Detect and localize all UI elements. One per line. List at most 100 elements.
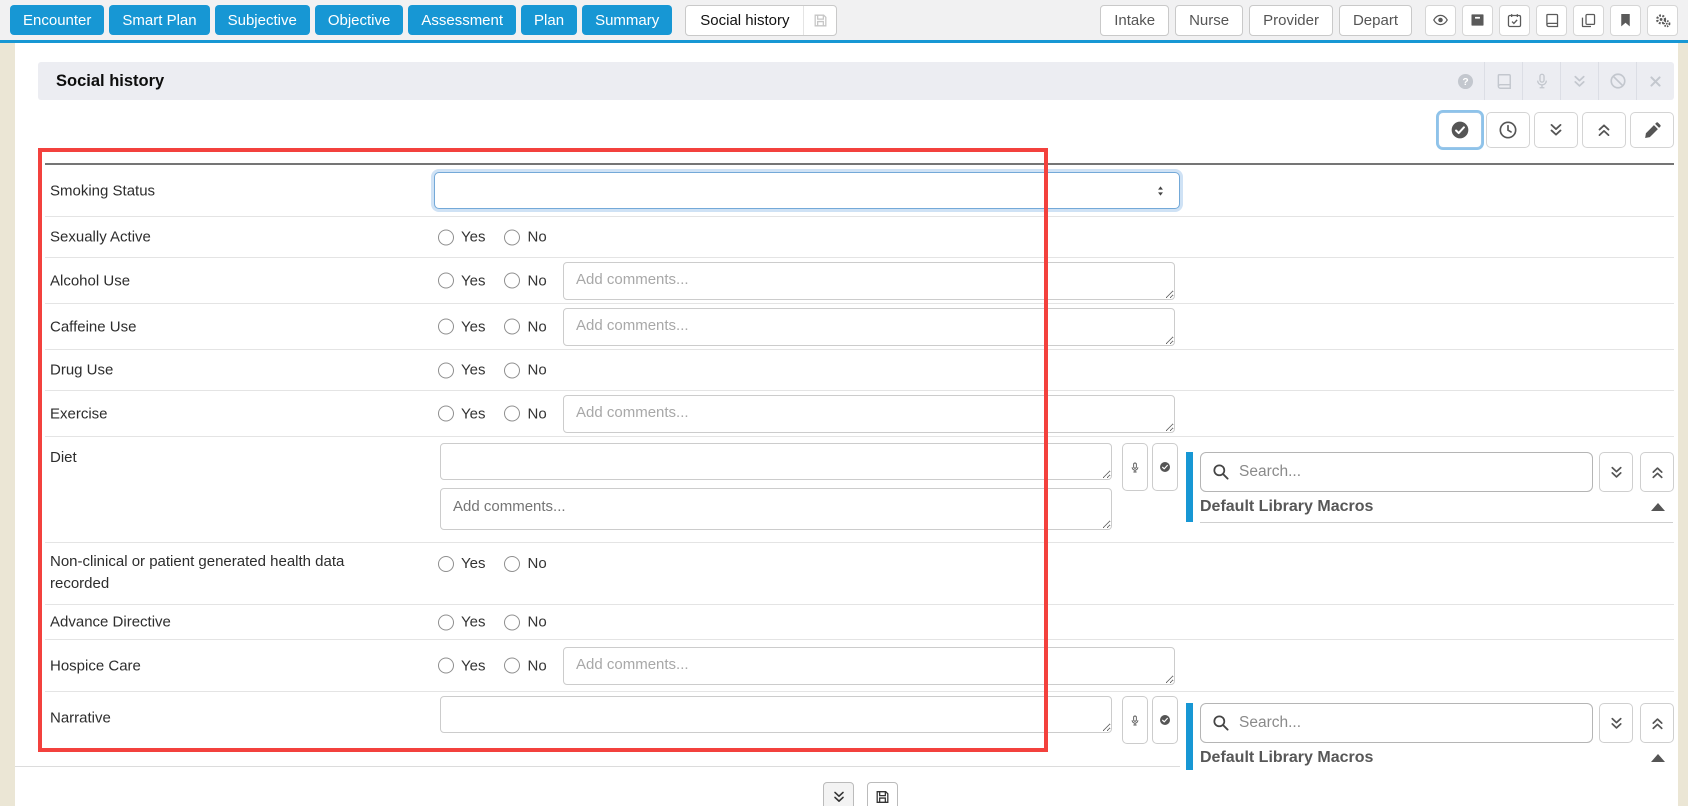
macros-group-title: Default Library Macros	[1200, 749, 1374, 766]
caffeine-comments-input[interactable]	[563, 307, 1175, 346]
radio-no[interactable]	[504, 318, 521, 335]
radio-no[interactable]	[504, 272, 521, 289]
nav-button-subjective[interactable]: Subjective	[214, 5, 310, 35]
double-chevron-down-icon	[1547, 121, 1565, 139]
save-icon[interactable]	[804, 12, 836, 29]
panel-accent-bar	[1186, 452, 1193, 522]
double-chevron-up-icon	[1595, 121, 1613, 139]
tab-social-history[interactable]: Social history	[685, 4, 838, 36]
alcohol-use-radio-group: Yes No	[438, 272, 547, 289]
radio-yes[interactable]	[438, 318, 454, 335]
macros-library-button[interactable]	[1484, 62, 1522, 100]
archive-button[interactable]	[1462, 4, 1493, 36]
radio-no[interactable]	[504, 362, 521, 378]
footer-expand-button[interactable]	[823, 782, 854, 806]
expand-all-button[interactable]	[1534, 112, 1578, 148]
social-history-page: Encounter Smart Plan Subjective Objectiv…	[0, 0, 1688, 806]
narrative-macros-panel: Default Library Macros	[1186, 703, 1674, 775]
radio-yes[interactable]	[438, 614, 454, 630]
macros-collapse-button[interactable]	[1640, 452, 1674, 492]
calendar-check-icon	[1506, 11, 1523, 30]
radio-label-yes: Yes	[461, 361, 486, 379]
nav-button-assessment[interactable]: Assessment	[408, 5, 517, 35]
dictate-button[interactable]	[1522, 62, 1560, 100]
smoking-status-select[interactable]	[434, 172, 1180, 209]
radio-yes[interactable]	[438, 362, 454, 378]
radio-label-no: No	[527, 272, 547, 289]
radio-yes[interactable]	[438, 657, 454, 674]
field-label: Advance Directive	[50, 613, 171, 631]
mic-icon	[1129, 713, 1141, 728]
sexually-active-radio-group: Yes No	[438, 229, 547, 246]
help-button[interactable]	[1446, 62, 1484, 100]
expand-section-button[interactable]	[1560, 62, 1598, 100]
radio-label-yes: Yes	[461, 657, 486, 674]
calendar-button[interactable]	[1499, 4, 1530, 36]
copy-button[interactable]	[1573, 4, 1604, 36]
narrative-dictate-button[interactable]	[1122, 696, 1148, 744]
field-label: Drug Use	[50, 361, 114, 379]
caret-up-icon	[1651, 503, 1665, 511]
radio-label-yes: Yes	[461, 228, 486, 246]
nav-button-summary[interactable]: Summary	[582, 5, 673, 35]
eye-button[interactable]	[1425, 4, 1456, 36]
macros-group-header[interactable]: Default Library Macros	[1200, 749, 1673, 767]
radio-yes[interactable]	[438, 229, 454, 245]
help-icon	[1456, 72, 1475, 91]
diet-text-input[interactable]	[440, 443, 1112, 480]
eye-icon	[1432, 10, 1449, 30]
double-chevron-down-icon	[1608, 715, 1625, 732]
narrative-confirm-button[interactable]	[1152, 696, 1178, 744]
mic-icon	[1533, 72, 1551, 90]
diet-dictate-button[interactable]	[1122, 443, 1148, 491]
bookmark-button[interactable]	[1610, 4, 1641, 36]
diet-macro-search-input[interactable]	[1200, 452, 1593, 492]
diet-confirm-button[interactable]	[1152, 443, 1178, 491]
history-button[interactable]	[1486, 112, 1530, 148]
radio-no[interactable]	[504, 657, 521, 674]
macros-group-header[interactable]: Default Library Macros	[1200, 498, 1673, 516]
narrative-macro-search-input[interactable]	[1200, 703, 1593, 743]
nav-button-plan[interactable]: Plan	[521, 5, 578, 35]
edit-button[interactable]	[1630, 112, 1674, 148]
narrative-text-input[interactable]	[440, 696, 1112, 733]
radio-yes[interactable]	[438, 555, 454, 572]
radio-label-no: No	[527, 318, 547, 335]
nav-button-objective[interactable]: Objective	[314, 5, 404, 35]
radio-no[interactable]	[504, 614, 521, 630]
radio-no[interactable]	[504, 405, 521, 422]
radio-yes[interactable]	[438, 405, 454, 422]
radio-no[interactable]	[504, 555, 521, 572]
collapse-all-button[interactable]	[1582, 112, 1626, 148]
nav-button-smart-plan[interactable]: Smart Plan	[109, 5, 210, 35]
book-icon	[1494, 72, 1513, 91]
intake-button[interactable]: Intake	[1100, 4, 1170, 36]
macros-expand-button[interactable]	[1599, 452, 1633, 492]
mark-reviewed-button[interactable]	[1438, 112, 1482, 148]
footer-save-button[interactable]	[867, 782, 898, 806]
exercise-comments-input[interactable]	[563, 394, 1175, 433]
settings-button[interactable]	[1647, 4, 1678, 36]
field-label: Caffeine Use	[50, 318, 137, 335]
radio-no[interactable]	[504, 229, 521, 245]
macros-expand-button[interactable]	[1599, 703, 1633, 743]
nurse-button[interactable]: Nurse	[1175, 4, 1244, 36]
table-bottom-divider	[15, 766, 1180, 767]
close-section-button[interactable]	[1636, 62, 1674, 100]
check-circle-icon	[1159, 712, 1171, 728]
diet-comments-input[interactable]	[440, 488, 1112, 530]
depart-button[interactable]: Depart	[1338, 4, 1412, 36]
macros-collapse-button[interactable]	[1640, 703, 1674, 743]
disable-section-button[interactable]	[1598, 62, 1636, 100]
row-non-clinical-data: Non-clinical or patient generated health…	[45, 543, 1674, 605]
book-icon	[1543, 11, 1560, 30]
provider-button[interactable]: Provider	[1249, 4, 1333, 36]
copy-icon	[1580, 11, 1597, 30]
search-icon	[1211, 713, 1230, 732]
nav-button-encounter[interactable]: Encounter	[10, 5, 105, 35]
library-button[interactable]	[1536, 4, 1567, 36]
hospice-comments-input[interactable]	[563, 646, 1175, 685]
radio-yes[interactable]	[438, 272, 454, 289]
caffeine-use-radio-group: Yes No	[438, 318, 547, 335]
alcohol-comments-input[interactable]	[563, 261, 1175, 300]
